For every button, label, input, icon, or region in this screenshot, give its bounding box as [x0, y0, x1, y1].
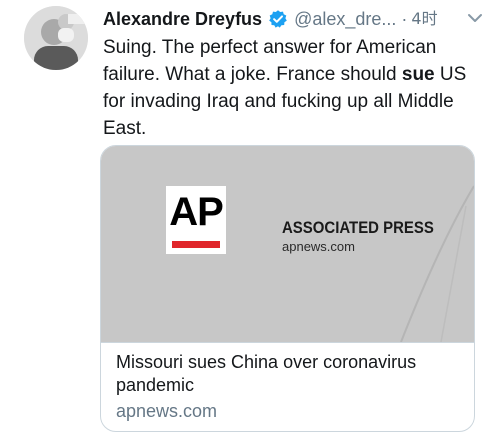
ap-logo-bar [172, 241, 220, 248]
verified-badge-icon [268, 9, 288, 29]
ap-logo: AP [166, 186, 226, 254]
tweet-text-part: Suing. The perfect answer for American f… [103, 37, 437, 85]
timestamp[interactable]: 4时 [411, 6, 437, 32]
avatar-photo [24, 6, 88, 70]
handle[interactable]: @alex_dre... [294, 6, 396, 32]
separator-dot: · [401, 9, 408, 29]
card-text: Missouri sues China over coronavirus pan… [101, 342, 474, 431]
tweet-text: Suing. The perfect answer for American f… [103, 34, 488, 142]
chevron-down-icon[interactable] [464, 7, 486, 29]
card-title: Missouri sues China over coronavirus pan… [116, 352, 417, 395]
display-name[interactable]: Alexandre Dreyfus [103, 6, 262, 32]
publisher-domain: apnews.com [282, 239, 355, 254]
avatar[interactable] [24, 6, 88, 70]
card-image: AP ASSOCIATED PRESS apnews.com [101, 146, 474, 342]
tweet[interactable]: Alexandre Dreyfus @alex_dre... · 4时 Suin… [0, 0, 500, 435]
ap-logo-text: AP [169, 190, 224, 234]
tweet-header: Alexandre Dreyfus @alex_dre... · 4时 [103, 6, 486, 32]
link-card[interactable]: AP ASSOCIATED PRESS apnews.com Missouri … [100, 145, 475, 432]
card-domain: apnews.com [116, 401, 218, 421]
publisher-name: ASSOCIATED PRESS [282, 218, 434, 237]
tweet-text-bold: sue [401, 64, 435, 85]
